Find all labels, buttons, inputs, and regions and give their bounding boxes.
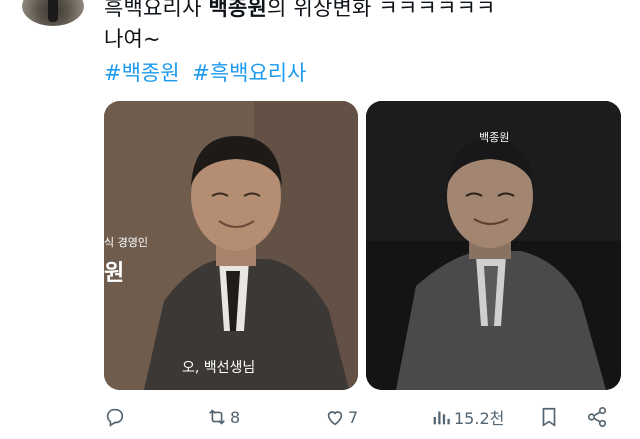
reply-icon (106, 408, 124, 427)
hashtag-heukbaekyorisa[interactable]: #흑백요리사 (192, 61, 306, 85)
media-image-left[interactable]: 식 경영인 원 오, 백선생님 (104, 101, 358, 390)
retweet-count: 8 (230, 407, 241, 427)
tweet-text-bold-name: 백종원 (208, 0, 268, 20)
views-button[interactable]: 15.2천 (430, 402, 504, 432)
avatar-figure (48, 0, 58, 22)
retweet-icon (209, 409, 225, 425)
name-tag: 백종원 (479, 131, 510, 144)
caption-partial-big: 원 (104, 261, 125, 286)
views-count: 15.2천 (454, 409, 505, 428)
tweet-text-line-2: 나여~ (104, 27, 161, 51)
like-icon (327, 411, 343, 426)
bookmark-button[interactable] (538, 402, 560, 432)
share-icon (587, 407, 607, 427)
tweet-text-prefix: 흑백요리사 (104, 0, 209, 20)
caption-partial-top: 식 경영인 (104, 236, 148, 249)
media-image-right[interactable]: 백종원 (366, 101, 621, 390)
subtitle-caption: 오, 백선생님 (182, 360, 256, 376)
hashtag-row: #백종원 #흑백요리사 (104, 58, 312, 88)
tweet-text-suffix: 의 위상변화 ㅋㅋㅋㅋㅋㅋ (267, 0, 496, 20)
like-count: 7 (348, 407, 359, 427)
tweet-action-bar: 8 7 15.2천 (104, 402, 624, 432)
like-button[interactable]: 7 (324, 402, 358, 432)
views-icon (433, 411, 450, 425)
reply-button[interactable] (104, 402, 128, 432)
retweet-button[interactable]: 8 (206, 402, 240, 432)
hashtag-baekjongwon[interactable]: #백종원 (104, 61, 180, 85)
share-button[interactable] (586, 402, 608, 432)
bookmark-icon (542, 407, 556, 427)
author-avatar[interactable] (22, 0, 84, 26)
tweet-text-line-1: 흑백요리사 백종원의 위상변화 ㅋㅋㅋㅋㅋㅋ (104, 0, 496, 22)
